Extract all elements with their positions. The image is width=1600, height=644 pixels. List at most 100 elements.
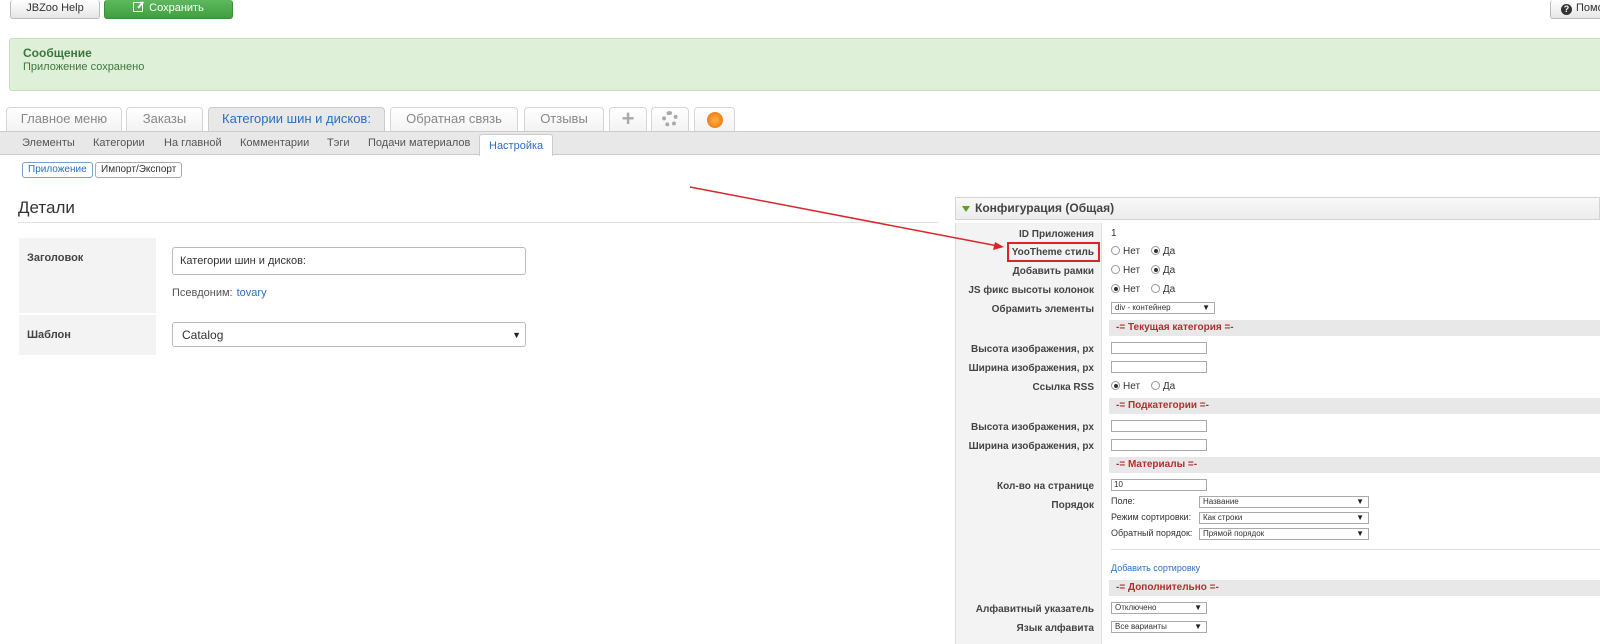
alpha-lang-select[interactable]: Все варианты ▼: [1111, 621, 1207, 634]
section-extra: -= Дополнительно =-: [1109, 580, 1600, 596]
img-width-label: Ширина изображения, px: [968, 363, 1094, 374]
jsfix-yes[interactable]: Да: [1150, 284, 1176, 295]
row-rss: Ссылка RSS Нет Да: [956, 378, 1600, 397]
img-height-input[interactable]: [1111, 342, 1207, 355]
subtab-submissions[interactable]: Подачи материалов: [368, 132, 470, 155]
sub-img-width-input[interactable]: [1111, 439, 1207, 452]
radio-icon: [1111, 246, 1120, 255]
tab-extension[interactable]: [694, 107, 735, 131]
img-height-label: Высота изображения, px: [970, 344, 1094, 355]
alpha-lang-select-value: Все варианты: [1115, 622, 1167, 632]
message-text: Приложение сохранено: [23, 61, 145, 73]
main-tabs: Главное меню Заказы Категории шин и диск…: [0, 107, 1600, 131]
collapse-triangle-icon: [962, 206, 970, 212]
per-page-input[interactable]: 10: [1111, 479, 1207, 492]
tab-orders[interactable]: Заказы: [126, 107, 203, 131]
template-label: Шаблон: [19, 315, 156, 355]
save-button-label: Сохранить: [149, 2, 204, 14]
help-button-label: Помо: [1576, 2, 1600, 14]
radio-checked-icon: [1150, 246, 1160, 255]
order-mode-select[interactable]: Как строки ▼: [1199, 512, 1369, 524]
order-mode-line: Режим сортировки: Как строки ▼: [1111, 512, 1369, 524]
row-alpha-lang: Язык алфавита Все варианты ▼: [956, 619, 1600, 638]
yootheme-no[interactable]: Нет: [1111, 246, 1140, 257]
img-width-holder: [1111, 359, 1207, 376]
save-button[interactable]: Сохранить: [104, 0, 233, 19]
jsfix-options: Нет Да: [1111, 281, 1183, 298]
chevron-down-icon: ▼: [1202, 303, 1210, 313]
config-panel: Конфигурация (Общая) ID Приложения 1 Yoo…: [955, 197, 1600, 644]
gear-icon: [662, 111, 678, 127]
option-label: Да: [1162, 284, 1176, 295]
frames-options: Нет Да: [1111, 262, 1183, 279]
option-label: Нет: [1123, 265, 1141, 276]
annotation-highlight-box: [1007, 242, 1100, 262]
alias: Псевдоним: tovary: [172, 287, 267, 299]
tab-settings[interactable]: [651, 107, 689, 131]
pill-application[interactable]: Приложение: [22, 162, 93, 178]
row-per-page: Кол-во на странице 10: [956, 477, 1600, 496]
order-field-value: Название: [1203, 497, 1239, 506]
yootheme-yes[interactable]: Да: [1150, 246, 1175, 257]
help-button[interactable]: ? Помо: [1550, 0, 1600, 19]
alpha-holder: Отключено ▼: [1111, 600, 1207, 617]
jsfix-no[interactable]: Нет: [1111, 284, 1140, 295]
frames-no[interactable]: Нет: [1111, 265, 1140, 276]
add-sort-link[interactable]: Добавить сортировку: [1111, 563, 1200, 573]
option-label: Нет: [1123, 246, 1141, 257]
radio-checked-icon: [1150, 265, 1160, 274]
title-input[interactable]: Категории шин и дисков:: [172, 247, 526, 275]
rss-no[interactable]: Нет: [1111, 381, 1140, 392]
frames-yes[interactable]: Да: [1150, 265, 1175, 276]
jsfix-label: JS фикс высоты колонок: [968, 285, 1094, 296]
tab-feedback[interactable]: Обратная связь: [390, 107, 518, 131]
pill-import-export[interactable]: Импорт/Экспорт: [95, 162, 183, 178]
alias-link[interactable]: tovary: [237, 287, 267, 299]
frames-label: Добавить рамки: [1012, 266, 1094, 277]
jbzoo-help-button[interactable]: JBZoo Help: [10, 0, 100, 19]
subtab-tags[interactable]: Тэги: [327, 132, 350, 155]
row-img-width: Ширина изображения, px: [956, 359, 1600, 378]
order-field-label: Поле:: [1111, 496, 1136, 507]
tab-add[interactable]: +: [609, 107, 647, 131]
order-reverse-label: Обратный порядок:: [1111, 528, 1193, 539]
section-subcategories: -= Подкатегории =-: [1109, 398, 1600, 414]
subtab-frontpage[interactable]: На главной: [164, 132, 222, 155]
template-select-value: Catalog: [182, 328, 224, 342]
tab-categories[interactable]: Категории шин и дисков:: [208, 107, 385, 131]
template-select[interactable]: Catalog ▼: [172, 322, 526, 347]
order-field-select[interactable]: Название ▼: [1199, 496, 1369, 508]
config-header[interactable]: Конфигурация (Общая): [955, 197, 1600, 220]
section-items: -= Материалы =-: [1109, 457, 1600, 473]
sub-img-width-holder: [1111, 437, 1207, 454]
question-icon: ?: [1561, 4, 1572, 15]
order-reverse-value: Прямой порядок: [1203, 529, 1265, 538]
divider: [1111, 549, 1600, 550]
subtab-comments[interactable]: Комментарии: [240, 132, 309, 155]
chevron-down-icon: ▼: [1194, 622, 1202, 632]
tab-main-menu[interactable]: Главное меню: [6, 107, 122, 131]
subtab-categories[interactable]: Категории: [93, 132, 145, 155]
img-height-holder: [1111, 340, 1207, 357]
subtab-config[interactable]: Настройка: [479, 134, 554, 156]
order-reverse-select[interactable]: Прямой порядок ▼: [1199, 528, 1369, 540]
radio-icon: [1150, 284, 1160, 293]
rss-yes[interactable]: Да: [1150, 381, 1175, 392]
row-frames: Добавить рамки Нет Да: [956, 262, 1600, 281]
img-width-input[interactable]: [1111, 361, 1207, 374]
sub-img-height-input[interactable]: [1111, 420, 1207, 433]
subtab-elements[interactable]: Элементы: [22, 132, 75, 155]
radio-icon: [1150, 381, 1160, 390]
wrap-select[interactable]: div - контейнер ▼: [1111, 302, 1215, 315]
title-label: Заголовок: [19, 238, 156, 313]
order-reverse-line: Обратный порядок: Прямой порядок ▼: [1111, 528, 1369, 540]
alpha-select[interactable]: Отключено ▼: [1111, 602, 1207, 615]
chevron-down-icon: ▼: [1356, 529, 1364, 538]
edit-check-icon: [133, 2, 144, 12]
tab-reviews[interactable]: Отзывы: [524, 107, 604, 131]
order-mode-label: Режим сортировки:: [1111, 512, 1192, 523]
config-header-label: Конфигурация (Общая): [975, 201, 1115, 215]
order-mode-value: Как строки: [1203, 513, 1243, 522]
row-img-height: Высота изображения, px: [956, 340, 1600, 359]
row-wrap: Обрамить элементы div - контейнер ▼: [956, 300, 1600, 319]
